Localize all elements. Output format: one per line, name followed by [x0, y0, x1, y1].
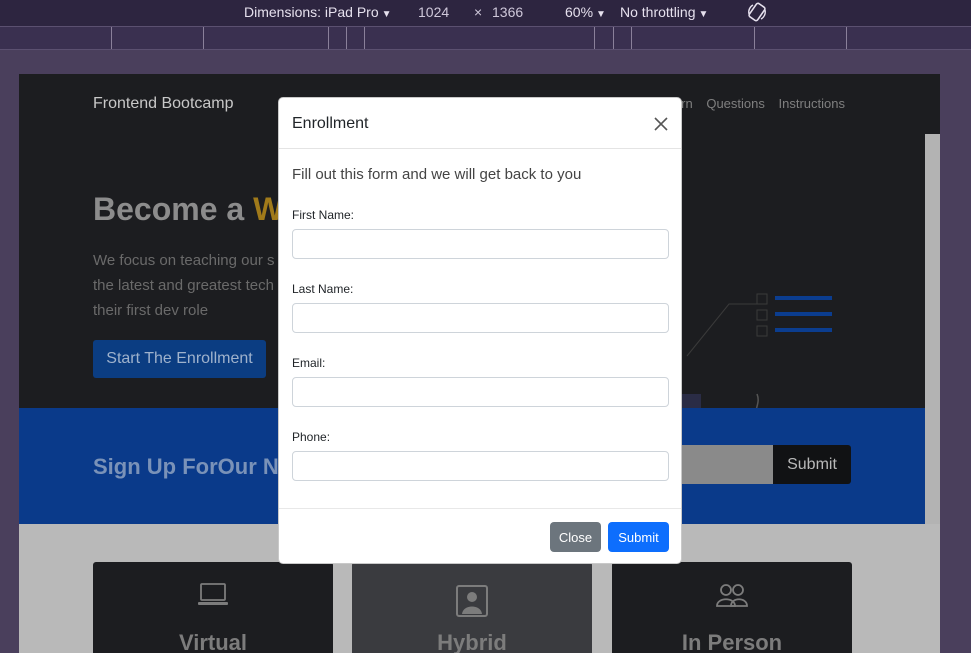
- hero-illustration: [681, 293, 832, 414]
- device-toolbar: Dimensions: iPad Pro ▼ 1024 × 1366 60% ▼ N…: [0, 0, 971, 26]
- close-button[interactable]: Close: [550, 522, 601, 552]
- nav-link-questions[interactable]: Questions: [706, 96, 765, 111]
- nav-link-instructions[interactable]: Instructions: [779, 96, 845, 111]
- submit-button[interactable]: Submit: [608, 522, 669, 552]
- caret-down-icon: ▼: [698, 9, 709, 20]
- card-hybrid[interactable]: Hybrid: [352, 562, 592, 653]
- modal-title: Enrollment: [292, 115, 369, 132]
- card-title: In Person: [681, 630, 783, 653]
- email-label: Email:: [292, 356, 326, 370]
- hero-title: Become a We: [93, 191, 301, 227]
- start-enrollment-button[interactable]: Start The Enrollment: [93, 340, 266, 378]
- newsletter-title: Sign Up ForOur Ne: [93, 454, 291, 479]
- newsletter-email-input[interactable]: [679, 445, 775, 484]
- zoom-dropdown[interactable]: 60% ▼: [565, 4, 606, 20]
- caret-down-icon: ▼: [596, 9, 606, 20]
- rotate-icon[interactable]: [746, 1, 768, 26]
- caret-down-icon: ▼: [381, 9, 392, 20]
- card-title: Virtual: [178, 630, 248, 653]
- newsletter-submit-button[interactable]: Submit: [773, 445, 851, 484]
- card-title: Hybrid: [437, 630, 507, 653]
- page-scrollbar[interactable]: [925, 134, 940, 524]
- last-name-field[interactable]: [292, 303, 669, 333]
- enrollment-modal: Enrollment Fill out this form and we wil…: [278, 97, 682, 564]
- nav-links: rn Questions Instructions: [671, 96, 845, 111]
- modal-footer: Close Submit: [279, 508, 681, 564]
- email-field[interactable]: [292, 377, 669, 407]
- modal-intro: Fill out this form and we will get back …: [292, 166, 582, 183]
- card-virtual[interactable]: Virtual: [93, 562, 333, 653]
- hero-text: We focus on teaching our s the latest an…: [93, 252, 275, 319]
- person-badge-icon: [352, 584, 592, 623]
- first-name-field[interactable]: [292, 229, 669, 259]
- nav-link-learn[interactable]: rn: [681, 96, 693, 111]
- phone-label: Phone:: [292, 430, 331, 444]
- media-query-ruler[interactable]: [0, 26, 971, 50]
- people-icon: [612, 582, 852, 615]
- throttling-dropdown[interactable]: No throttling ▼: [620, 4, 708, 20]
- height-input[interactable]: 1366: [492, 4, 523, 20]
- last-name-label: Last Name:: [292, 282, 354, 296]
- site-brand[interactable]: Frontend Bootcamp: [93, 95, 234, 113]
- close-icon[interactable]: [650, 113, 672, 135]
- phone-field[interactable]: [292, 451, 669, 481]
- laptop-icon: [93, 582, 333, 613]
- dimensions-dropdown[interactable]: Dimensions: iPad Pro ▼: [244, 4, 392, 20]
- modal-header: Enrollment: [279, 98, 681, 149]
- times-symbol: ×: [474, 4, 483, 20]
- first-name-label: First Name:: [292, 208, 355, 222]
- width-input[interactable]: 1024: [418, 4, 449, 20]
- card-in-person[interactable]: In Person: [612, 562, 852, 653]
